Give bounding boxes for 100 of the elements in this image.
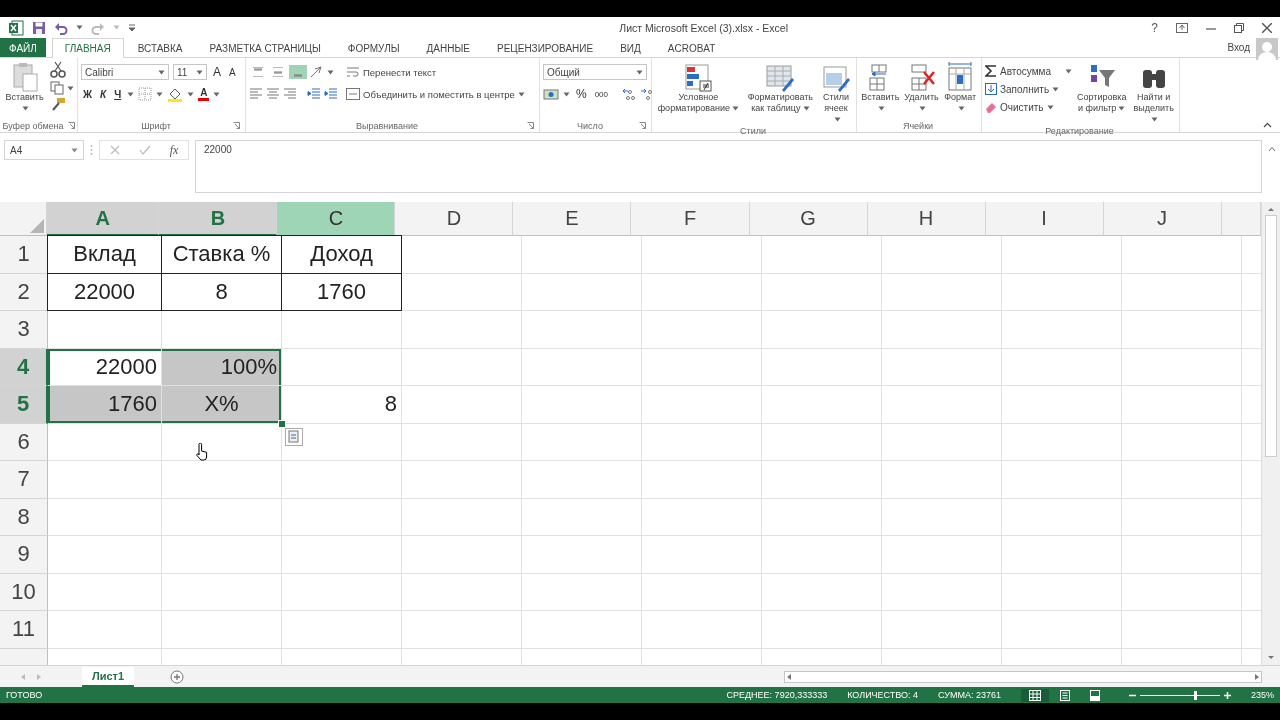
- caret-icon[interactable]: [636, 69, 643, 75]
- caret-icon[interactable]: [1118, 106, 1126, 112]
- decrease-font-size-button[interactable]: A: [227, 65, 238, 79]
- scroll-left-icon[interactable]: [785, 672, 793, 681]
- caret-icon[interactable]: [833, 117, 841, 123]
- dialog-launcher-icon[interactable]: [67, 122, 75, 129]
- increase-font-size-button[interactable]: A: [211, 64, 223, 80]
- paste-button[interactable]: Вставить: [3, 61, 46, 119]
- copy-icon[interactable]: [50, 81, 64, 95]
- close-icon[interactable]: [1262, 22, 1272, 33]
- row-header[interactable]: 3: [0, 311, 48, 349]
- caret-icon[interactable]: [877, 106, 885, 112]
- caret-icon[interactable]: [327, 69, 334, 75]
- column-header[interactable]: B: [159, 202, 278, 236]
- ribbon-tab[interactable]: РЕЦЕНЗИРОВАНИЕ: [484, 38, 607, 57]
- currency-icon[interactable]: [543, 87, 559, 101]
- view-button[interactable]: [1020, 688, 1049, 702]
- zoom-level[interactable]: 235%: [1250, 690, 1274, 700]
- column-header[interactable]: F: [631, 202, 750, 236]
- row-header[interactable]: 2: [0, 273, 48, 311]
- column-header[interactable]: H: [867, 202, 986, 236]
- caret-icon[interactable]: [22, 106, 29, 112]
- row-header[interactable]: 11: [0, 611, 48, 649]
- caret-icon[interactable]: [957, 106, 965, 112]
- ribbon-tab[interactable]: РАЗМЕТКА СТРАНИЦЫ: [196, 38, 334, 57]
- ribbon-tab[interactable]: ВИД: [607, 38, 654, 57]
- row-header[interactable]: 1: [0, 236, 48, 274]
- caret-icon[interactable]: [156, 91, 164, 97]
- row-header[interactable]: 8: [0, 498, 48, 536]
- row-header[interactable]: 5: [0, 386, 48, 424]
- scroll-right-icon[interactable]: [1253, 672, 1261, 681]
- font-size-field[interactable]: 11: [173, 64, 207, 80]
- decrease-decimal-icon[interactable]: [640, 88, 655, 100]
- column-header[interactable]: D: [395, 202, 514, 236]
- zoom-in-icon[interactable]: [1223, 691, 1231, 699]
- dialog-launcher-icon[interactable]: [527, 122, 534, 129]
- dialog-launcher-icon[interactable]: [639, 122, 646, 129]
- increase-indent-icon[interactable]: [324, 88, 338, 100]
- restore-icon[interactable]: [1234, 22, 1244, 33]
- formula-field[interactable]: 22000: [195, 140, 1262, 193]
- percent-button[interactable]: %: [574, 86, 589, 102]
- number-format-field[interactable]: Общий: [543, 64, 647, 80]
- format-painter-icon[interactable]: [50, 97, 66, 111]
- caret-icon[interactable]: [732, 106, 739, 112]
- caret-icon[interactable]: [76, 25, 83, 30]
- caret-icon[interactable]: [517, 91, 525, 97]
- row-header[interactable]: 7: [0, 461, 48, 499]
- customize-icon[interactable]: [128, 23, 136, 32]
- column-header[interactable]: J: [1103, 202, 1222, 236]
- cut-icon[interactable]: [50, 61, 66, 79]
- scroll-up-icon[interactable]: [1267, 205, 1275, 213]
- autosum-button[interactable]: Автосумма: [985, 62, 1072, 80]
- caret-icon[interactable]: [919, 106, 927, 112]
- caret-icon[interactable]: [1052, 86, 1060, 92]
- caret-icon[interactable]: [563, 91, 570, 97]
- row-header[interactable]: 9: [0, 536, 48, 574]
- row-header[interactable]: 6: [0, 423, 48, 461]
- format-as-table-button[interactable]: Форматировать как таблицу: [741, 61, 819, 126]
- caret-icon[interactable]: [802, 106, 810, 112]
- ribbon-tab[interactable]: ДАННЫЕ: [413, 38, 483, 57]
- caret-icon[interactable]: [158, 69, 165, 75]
- help-button[interactable]: ?: [1151, 20, 1158, 35]
- increase-decimal-icon[interactable]: [622, 88, 637, 100]
- add-sheet-icon[interactable]: [170, 669, 185, 684]
- clear-button[interactable]: Очистить: [985, 98, 1072, 116]
- font-color-button[interactable]: A: [198, 87, 210, 101]
- column-header[interactable]: A: [47, 202, 160, 236]
- column-header[interactable]: E: [513, 202, 632, 236]
- insert-cells-button[interactable]: Вставить: [860, 61, 901, 119]
- caret-icon[interactable]: [196, 69, 203, 75]
- save-icon[interactable]: [32, 20, 46, 35]
- row-header[interactable]: 10: [0, 573, 48, 611]
- sign-in-link[interactable]: Вход: [1227, 38, 1250, 53]
- scroll-down-icon[interactable]: [1267, 654, 1275, 662]
- underline-button[interactable]: Ч: [112, 87, 124, 101]
- sort-filter-button[interactable]: Сортировка и фильтр: [1076, 61, 1128, 126]
- orientation-icon[interactable]: [309, 65, 325, 79]
- column-header[interactable]: G: [749, 202, 868, 236]
- ribbon-tab[interactable]: ВСТАВКА: [124, 38, 196, 57]
- font-name-field[interactable]: Calibri: [81, 64, 169, 80]
- caret-icon[interactable]: [1046, 104, 1054, 110]
- caret-icon[interactable]: [213, 91, 221, 97]
- caret-icon[interactable]: [127, 91, 135, 97]
- caret-icon[interactable]: [1065, 68, 1072, 74]
- caret-icon[interactable]: [71, 147, 78, 153]
- decrease-indent-icon[interactable]: [307, 88, 321, 100]
- ribbon-tab[interactable]: ACROBAT: [654, 38, 729, 57]
- ribbon-tab[interactable]: ГЛАВНАЯ: [51, 38, 124, 58]
- merge-center-button[interactable]: Объединить и поместить в центре: [346, 85, 525, 103]
- expand-formula-icon[interactable]: [1268, 146, 1276, 152]
- caret-icon[interactable]: [187, 91, 195, 97]
- conditional-formatting-button[interactable]: Условное форматирование: [655, 61, 742, 126]
- column-header[interactable]: I: [985, 202, 1104, 236]
- caret-icon[interactable]: [67, 85, 74, 91]
- row-header[interactable]: 4: [0, 348, 48, 386]
- bold-button[interactable]: Ж: [81, 87, 95, 101]
- ribbon-display-icon[interactable]: [1176, 22, 1188, 33]
- wrap-text-button[interactable]: Перенести текст: [346, 63, 437, 81]
- fill-color-icon[interactable]: [167, 86, 184, 102]
- format-cells-button[interactable]: Формат: [942, 61, 978, 119]
